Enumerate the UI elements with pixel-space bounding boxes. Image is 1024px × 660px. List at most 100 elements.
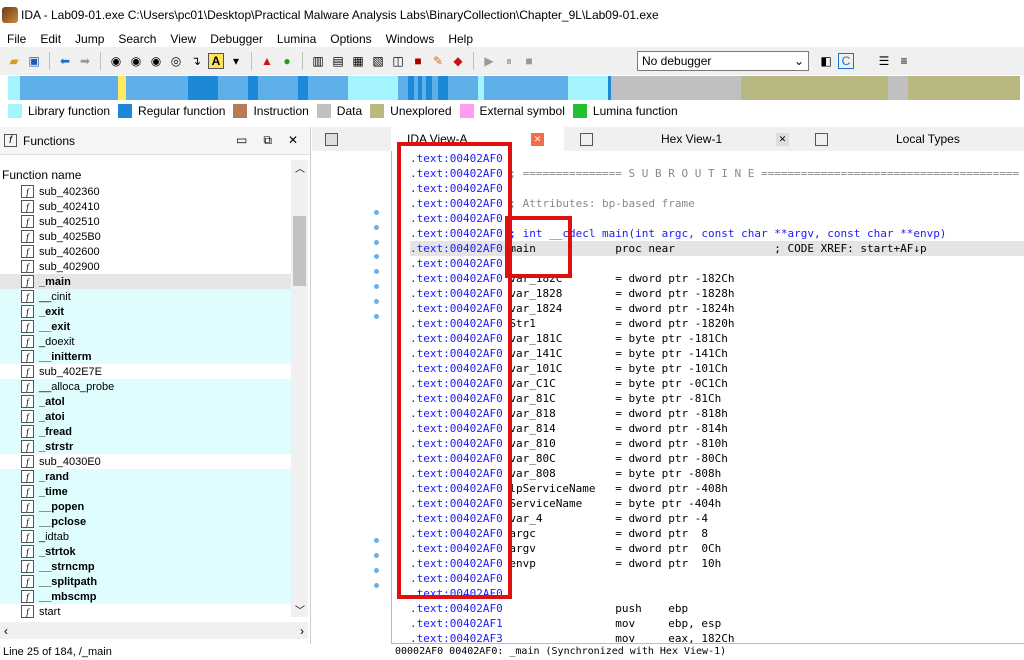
close-icon[interactable]: ✕ [288, 133, 298, 148]
comment-icon[interactable]: C [838, 53, 854, 69]
menu-item[interactable]: Debugger [203, 32, 270, 46]
enum-icon[interactable]: ◎ [168, 53, 184, 69]
play-icon[interactable]: ▶ [481, 53, 497, 69]
compare-icon[interactable]: ◧ [818, 53, 834, 69]
function-list-item[interactable]: f _time [0, 484, 291, 499]
menu-item[interactable]: Options [323, 32, 378, 46]
stop-icon[interactable]: ■ [521, 53, 537, 69]
function-list-item[interactable]: f start [0, 604, 291, 619]
function-list-item[interactable]: f __mbscmp [0, 589, 291, 604]
menu-item[interactable]: Jump [68, 32, 111, 46]
scrollbar-thumb[interactable] [293, 216, 306, 286]
float-icon[interactable]: ⧉ [263, 133, 272, 148]
menu-item[interactable]: Help [441, 32, 480, 46]
function-list-item[interactable]: f sub_402E7E [0, 364, 291, 379]
function-list-item[interactable]: f __alloca_probe [0, 379, 291, 394]
scroll-right-icon[interactable]: › [300, 624, 304, 638]
breakpoint-dot[interactable] [374, 284, 379, 289]
triangle-icon[interactable]: ▲ [259, 53, 275, 69]
scroll-down-icon[interactable]: ﹀ [295, 602, 305, 617]
menu-item[interactable]: View [163, 32, 203, 46]
function-list-item[interactable]: f sub_402510 [0, 214, 291, 229]
structs-icon[interactable]: ◉ [148, 53, 164, 69]
menu-item[interactable]: Search [111, 32, 163, 46]
restore-icon[interactable]: ▭ [236, 133, 247, 148]
function-list-item[interactable]: f sub_402360 [0, 184, 291, 199]
debug-icon[interactable]: ■ [410, 53, 426, 69]
pause-icon[interactable]: ⏸ [501, 53, 517, 69]
scroll-left-icon[interactable]: ‹ [4, 624, 8, 638]
save-icon[interactable]: ▣ [26, 53, 42, 69]
breakpoint-dot[interactable] [374, 583, 379, 588]
function-list-item[interactable]: f _strtok [0, 544, 291, 559]
function-list-item[interactable]: f sub_402900 [0, 259, 291, 274]
forward-arrow-icon[interactable]: ➡ [77, 53, 93, 69]
listing-line[interactable]: .text:00402AF1 mov ebp, esp [410, 616, 1024, 631]
listing-text: argv = dword ptr 0Ch [509, 542, 722, 555]
function-list-item[interactable]: f sub_402410 [0, 199, 291, 214]
back-arrow-icon[interactable]: ⬅ [57, 53, 73, 69]
function-list-item[interactable]: f __cinit [0, 289, 291, 304]
function-list-item[interactable]: f _fread [0, 424, 291, 439]
function-list-item[interactable]: f __strncmp [0, 559, 291, 574]
navigation-band[interactable] [8, 76, 1020, 100]
function-list-item[interactable]: f _doexit [0, 334, 291, 349]
breakpoint-dot[interactable] [374, 240, 379, 245]
function-list-item[interactable]: f __exit [0, 319, 291, 334]
green-circle-icon[interactable]: ● [279, 53, 295, 69]
list-settings-icon[interactable]: ≡ [896, 53, 912, 69]
tab-local-types[interactable]: Local Types [809, 127, 1024, 151]
jump-icon[interactable]: ↴ [188, 53, 204, 69]
function-list-item[interactable]: f _atol [0, 394, 291, 409]
xref-icon[interactable]: ◫ [390, 53, 406, 69]
tab-hex-view-1[interactable]: Hex View-1 ✕ [564, 127, 809, 151]
breakpoint-dot[interactable] [374, 299, 379, 304]
strings-icon[interactable]: ▥ [310, 53, 326, 69]
close-icon[interactable]: ✕ [776, 132, 789, 146]
function-list-item[interactable]: f sub_4030E0 [0, 454, 291, 469]
function-list-item[interactable]: f __pclose [0, 514, 291, 529]
function-list-item[interactable]: f __popen [0, 499, 291, 514]
function-list-item[interactable]: f __initterm [0, 349, 291, 364]
breakpoint-dot[interactable] [374, 538, 379, 543]
function-list-item[interactable]: f _rand [0, 469, 291, 484]
column-header-function-name[interactable]: Function name [0, 165, 310, 185]
function-list-item[interactable]: f _strstr [0, 439, 291, 454]
function-list-item[interactable]: f _idtab [0, 529, 291, 544]
function-list-item[interactable]: f sub_402600 [0, 244, 291, 259]
breakpoint-dot[interactable] [374, 225, 379, 230]
breakpoint-dot[interactable] [374, 314, 379, 319]
open-icon[interactable]: ▰ [6, 53, 22, 69]
names-icon[interactable]: ▤ [330, 53, 346, 69]
debugger-select[interactable]: No debugger ⌄ [637, 51, 809, 71]
vertical-scrollbar[interactable]: ︿ ﹀ [291, 160, 308, 617]
scroll-up-icon[interactable]: ︿ [295, 160, 305, 175]
function-list-item[interactable]: f _main [0, 274, 291, 289]
close-icon[interactable]: ✕ [531, 132, 544, 146]
function-list-item[interactable]: f _atoi [0, 409, 291, 424]
exports-icon[interactable]: ▧ [370, 53, 386, 69]
imports-icon[interactable]: ▦ [350, 53, 366, 69]
breakpoint-dot[interactable] [374, 254, 379, 259]
menu-item[interactable]: Lumina [270, 32, 323, 46]
patch-icon[interactable]: ✎ [430, 53, 446, 69]
function-list-item[interactable]: f _exit [0, 304, 291, 319]
chevron-down-icon[interactable]: ▾ [228, 53, 244, 69]
text-icon[interactable]: A [208, 53, 224, 69]
menu-item[interactable]: Edit [33, 32, 68, 46]
menu-item[interactable]: Windows [379, 32, 442, 46]
breakpoint-dot[interactable] [374, 553, 379, 558]
graph-icon[interactable]: ◉ [108, 53, 124, 69]
list-icon[interactable]: ☰ [876, 53, 892, 69]
breakpoint-dot[interactable] [374, 210, 379, 215]
breakpoint-dot[interactable] [374, 269, 379, 274]
function-list-item[interactable]: f __splitpath [0, 574, 291, 589]
proximity-icon[interactable]: ◉ [128, 53, 144, 69]
diamond-icon[interactable]: ◆ [450, 53, 466, 69]
panel-pin-icon[interactable] [312, 127, 391, 151]
breakpoint-dot[interactable] [374, 568, 379, 573]
function-list-item[interactable]: f sub_4025B0 [0, 229, 291, 244]
listing-line[interactable]: .text:00402AF0 push ebp [410, 601, 1024, 616]
menu-item[interactable]: File [0, 32, 33, 46]
horizontal-scrollbar[interactable]: ‹ › [0, 622, 308, 639]
